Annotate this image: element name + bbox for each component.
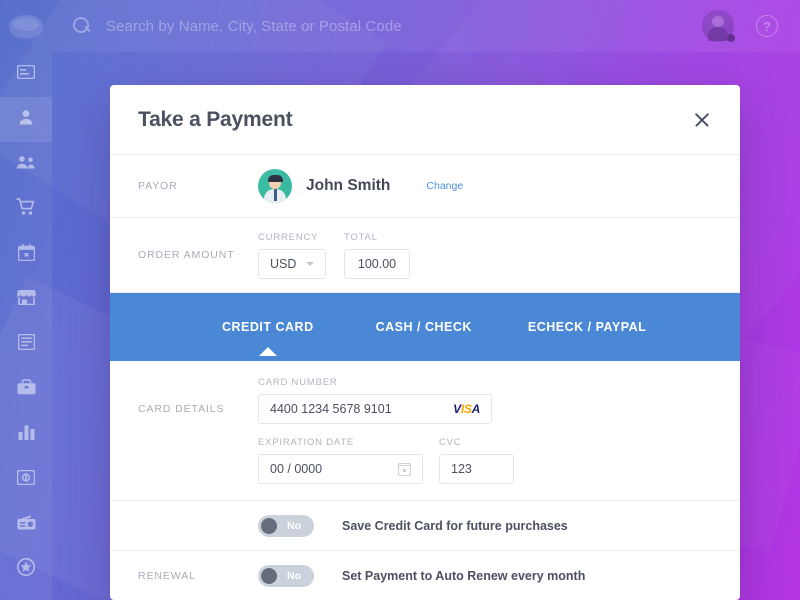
calendar-icon[interactable] bbox=[397, 462, 411, 476]
save-card-text: Save Credit Card for future purchases bbox=[342, 518, 568, 533]
top-bar: Search by Name, City, State or Postal Co… bbox=[0, 0, 800, 52]
card-number-label: CARD NUMBER bbox=[258, 377, 338, 388]
sidebar bbox=[0, 52, 52, 600]
bar-chart-icon bbox=[18, 425, 35, 445]
auto-renew-toggle[interactable]: No bbox=[258, 564, 314, 587]
sidebar-item-media[interactable] bbox=[0, 502, 52, 547]
visa-icon: VISA bbox=[453, 402, 480, 416]
page-title: Take a Payment bbox=[138, 107, 293, 131]
total-input[interactable]: 100.00 bbox=[344, 248, 410, 279]
sidebar-item-billing[interactable] bbox=[0, 52, 52, 97]
sidebar-item-orders[interactable] bbox=[0, 187, 52, 232]
app-logo[interactable] bbox=[0, 0, 52, 52]
total-field: TOTAL 100.00 bbox=[344, 232, 410, 279]
card-icon bbox=[16, 64, 36, 84]
user-avatar[interactable] bbox=[702, 10, 735, 42]
cart-icon bbox=[16, 198, 36, 221]
people-icon bbox=[16, 155, 36, 174]
renewal-label: RENEWAL bbox=[138, 569, 196, 582]
avatar-status-dot bbox=[727, 34, 735, 42]
currency-select[interactable]: USD bbox=[258, 248, 326, 279]
tab-echeck-paypal[interactable]: ECHECK / PAYPAL bbox=[528, 320, 646, 334]
card-number-value: 4400 1234 5678 9101 bbox=[270, 402, 392, 416]
card-details-label: CARD DETAILS bbox=[138, 403, 225, 415]
sidebar-item-favorites[interactable] bbox=[0, 547, 52, 592]
money-card-icon bbox=[16, 469, 36, 490]
store-icon bbox=[15, 289, 36, 310]
payment-method-tabs: CREDIT CARD CASH / CHECK ECHECK / PAYPAL bbox=[110, 293, 740, 361]
cvc-field: CVC 123 bbox=[439, 437, 514, 484]
sidebar-item-reports[interactable] bbox=[0, 322, 52, 367]
sidebar-item-calendar[interactable] bbox=[0, 232, 52, 277]
top-bar-actions: ? bbox=[702, 10, 778, 42]
payor-label: PAYOR bbox=[138, 180, 178, 192]
save-card-row: No Save Credit Card for future purchases bbox=[110, 501, 740, 551]
tab-credit-card[interactable]: CREDIT CARD bbox=[222, 320, 314, 334]
auto-renew-toggle-state: No bbox=[287, 569, 301, 582]
person-icon bbox=[18, 109, 34, 130]
sidebar-item-groups[interactable] bbox=[0, 142, 52, 187]
change-payor-link[interactable]: Change bbox=[426, 180, 463, 192]
cvc-input[interactable]: 123 bbox=[439, 454, 514, 484]
expiration-field: EXPIRATION DATE 00 / 0000 bbox=[258, 437, 423, 484]
help-icon[interactable]: ? bbox=[756, 15, 778, 37]
toggle-knob bbox=[261, 567, 277, 584]
tab-cash-check[interactable]: CASH / CHECK bbox=[376, 320, 472, 334]
currency-value: USD bbox=[270, 256, 297, 271]
search-bar[interactable]: Search by Name, City, State or Postal Co… bbox=[72, 16, 702, 36]
modal-header: Take a Payment bbox=[110, 85, 740, 155]
list-icon bbox=[17, 333, 35, 355]
take-a-payment-modal: Take a Payment PAYOR John Smith Change O… bbox=[110, 85, 740, 600]
save-card-toggle[interactable]: No bbox=[258, 514, 314, 537]
expiration-input[interactable]: 00 / 0000 bbox=[258, 454, 423, 484]
payor-avatar bbox=[258, 169, 292, 203]
sidebar-item-analytics[interactable] bbox=[0, 412, 52, 457]
star-icon bbox=[17, 558, 35, 581]
toggle-knob bbox=[261, 517, 277, 534]
chevron-down-icon bbox=[306, 261, 314, 266]
search-input[interactable]: Search by Name, City, State or Postal Co… bbox=[106, 18, 402, 35]
sidebar-item-tools[interactable] bbox=[0, 367, 52, 412]
currency-field: CURRENCY USD bbox=[258, 232, 326, 279]
order-amount-row: ORDER AMOUNT CURRENCY USD TOTAL 100.00 bbox=[110, 218, 740, 293]
sidebar-item-store[interactable] bbox=[0, 277, 52, 322]
toolbox-icon bbox=[17, 379, 36, 400]
save-card-toggle-state: No bbox=[287, 519, 301, 532]
calendar-icon bbox=[17, 243, 35, 266]
order-amount-label: ORDER AMOUNT bbox=[138, 249, 235, 261]
radio-icon bbox=[17, 514, 36, 535]
renewal-row: RENEWAL No Set Payment to Auto Renew eve… bbox=[110, 551, 740, 600]
logo-ellipse-icon bbox=[9, 15, 43, 37]
total-label: TOTAL bbox=[344, 231, 378, 243]
card-number-input[interactable]: 4400 1234 5678 9101 VISA bbox=[258, 394, 492, 424]
card-number-field: CARD NUMBER 4400 1234 5678 9101 VISA bbox=[258, 377, 514, 424]
payor-row: PAYOR John Smith Change bbox=[110, 155, 740, 218]
currency-label: CURRENCY bbox=[258, 231, 319, 243]
card-details-row: CARD DETAILS CARD NUMBER 4400 1234 5678 … bbox=[110, 361, 740, 501]
payor-name: John Smith bbox=[306, 177, 391, 194]
expiration-label: EXPIRATION DATE bbox=[258, 437, 355, 448]
expiration-value: 00 / 0000 bbox=[270, 462, 323, 476]
search-icon bbox=[72, 16, 92, 36]
close-icon[interactable] bbox=[690, 108, 714, 132]
sidebar-item-customer[interactable] bbox=[0, 97, 52, 142]
sidebar-item-payments[interactable] bbox=[0, 457, 52, 502]
cvc-label: CVC bbox=[439, 437, 462, 448]
auto-renew-text: Set Payment to Auto Renew every month bbox=[342, 568, 586, 583]
